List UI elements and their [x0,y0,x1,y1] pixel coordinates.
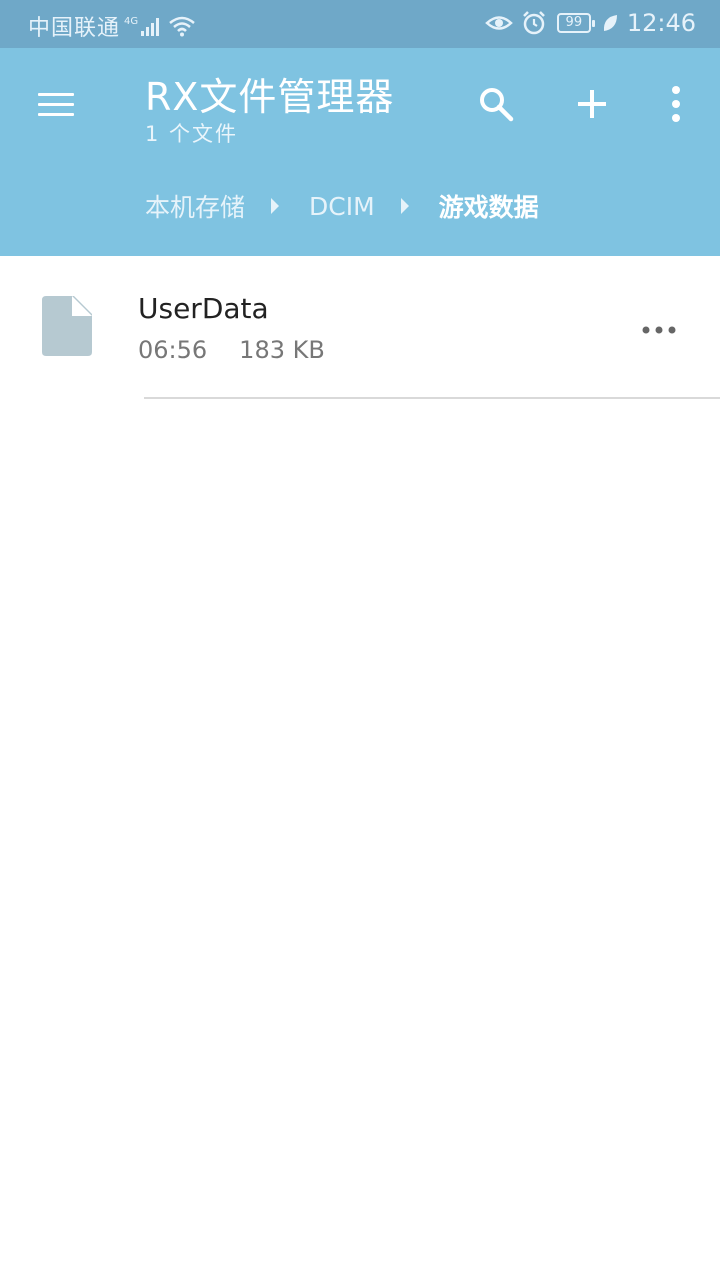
more-vert-icon [672,86,680,122]
file-name: UserData [138,292,269,325]
add-button[interactable] [568,80,616,128]
app-title: RX文件管理器 [145,75,395,119]
file-time: 06:56 [138,336,208,364]
file-icon [42,296,92,356]
status-bar: 中国联通 4G 99 12:46 [0,0,720,48]
app-bar: RX文件管理器 1 个文件 本机存储 DCIM 游戏数据 [0,48,720,256]
carrier-label: 中国联通 [28,16,121,41]
leaf-icon [603,15,617,31]
file-size: 183 KB [239,336,325,364]
battery-level: 99 [565,15,583,30]
menu-icon [38,93,74,96]
eye-icon [484,16,513,30]
clock: 12:46 [626,9,696,37]
breadcrumb-item-dcim[interactable]: DCIM [309,192,375,221]
add-icon [578,90,606,118]
search-icon [480,88,514,122]
more-horiz-icon [642,326,676,334]
file-options-button[interactable] [634,310,684,350]
chevron-right-icon [399,197,411,215]
file-list: UserData 06:56 183 KB [0,256,720,399]
file-count: 1 个文件 [145,122,239,146]
chevron-right-icon [269,197,281,215]
breadcrumb-item-current[interactable]: 游戏数据 [439,188,539,224]
breadcrumb-item-storage[interactable]: 本机存储 [145,188,245,224]
signal-icon [141,18,160,36]
file-row[interactable]: UserData 06:56 183 KB [0,256,720,399]
menu-button[interactable] [36,90,76,120]
network-type: 4G [124,15,139,27]
divider [144,397,720,399]
alarm-icon [522,11,545,35]
battery-icon: 99 [556,13,595,33]
file-meta: 06:56 183 KB [138,336,325,364]
search-button[interactable] [472,80,520,128]
overflow-menu-button[interactable] [652,80,700,128]
wifi-icon [169,16,195,37]
breadcrumb: 本机存储 DCIM 游戏数据 [145,188,539,224]
